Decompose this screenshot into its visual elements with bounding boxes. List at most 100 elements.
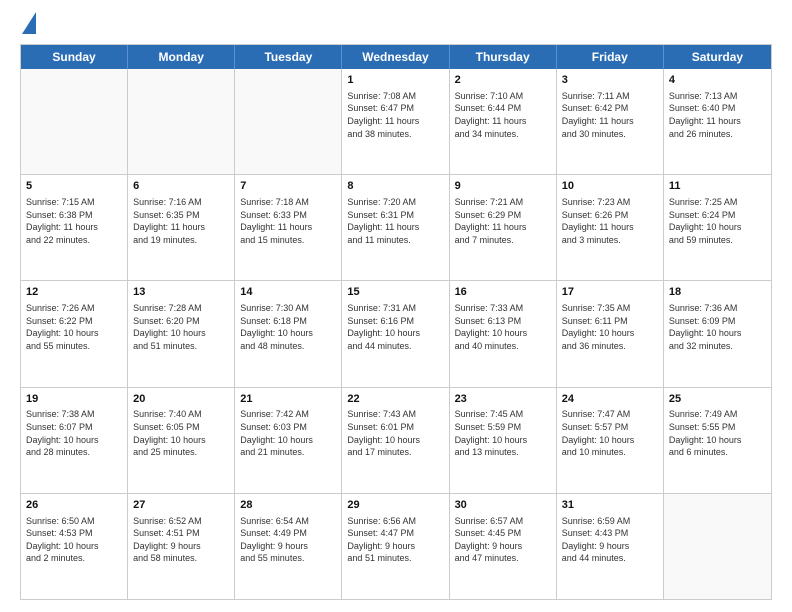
day-info: Sunrise: 7:33 AM Sunset: 6:13 PM Dayligh… (455, 302, 551, 352)
day-number: 29 (347, 498, 443, 513)
logo-triangle-icon (22, 12, 36, 34)
calendar-cell-4-6 (664, 494, 771, 599)
calendar-cell-0-1 (128, 69, 235, 174)
day-number: 20 (133, 392, 229, 407)
calendar-cell-1-4: 9Sunrise: 7:21 AM Sunset: 6:29 PM Daylig… (450, 175, 557, 280)
calendar-cell-1-2: 7Sunrise: 7:18 AM Sunset: 6:33 PM Daylig… (235, 175, 342, 280)
calendar-cell-2-3: 15 Sunrise: 7:31 AM Sunset: 6:16 PM Dayli… (342, 281, 449, 386)
calendar-row-1: 5 Sunrise: 7:15 AM Sunset: 6:38 PM Daylig… (21, 175, 771, 281)
page: SundayMondayTuesdayWednesdayThursdayFrid… (0, 0, 792, 612)
header-day-saturday: Saturday (664, 45, 771, 69)
day-number: 25 (669, 392, 766, 407)
day-number: 19 (26, 392, 122, 407)
calendar-cell-2-2: 14 Sunrise: 7:30 AM Sunset: 6:18 PM Dayli… (235, 281, 342, 386)
calendar-cell-0-2 (235, 69, 342, 174)
header-day-sunday: Sunday (21, 45, 128, 69)
calendar-cell-2-0: 12 Sunrise: 7:26 AM Sunset: 6:22 PM Dayli… (21, 281, 128, 386)
calendar-cell-3-0: 19Sunrise: 7:38 AM Sunset: 6:07 PM Dayli… (21, 388, 128, 493)
calendar-cell-4-4: 30Sunrise: 6:57 AM Sunset: 4:45 PM Dayli… (450, 494, 557, 599)
day-info: Sunrise: 7:28 AM Sunset: 6:20 PM Dayligh… (133, 302, 229, 352)
calendar-cell-2-6: 18Sunrise: 7:36 AM Sunset: 6:09 PM Dayli… (664, 281, 771, 386)
day-number: 15 (347, 285, 443, 300)
day-info: Sunrise: 7:47 AM Sunset: 5:57 PM Dayligh… (562, 408, 658, 458)
day-info: Sunrise: 6:50 AM Sunset: 4:53 PM Dayligh… (26, 515, 122, 565)
day-info: Sunrise: 7:16 AM Sunset: 6:35 PM Dayligh… (133, 196, 229, 246)
logo (20, 16, 36, 34)
day-number: 2 (455, 73, 551, 88)
day-number: 17 (562, 285, 658, 300)
calendar-row-2: 12 Sunrise: 7:26 AM Sunset: 6:22 PM Dayli… (21, 281, 771, 387)
header-day-thursday: Thursday (450, 45, 557, 69)
calendar-cell-2-5: 17Sunrise: 7:35 AM Sunset: 6:11 PM Dayli… (557, 281, 664, 386)
calendar-cell-0-6: 4Sunrise: 7:13 AM Sunset: 6:40 PM Daylig… (664, 69, 771, 174)
day-info: Sunrise: 7:08 AM Sunset: 6:47 PM Dayligh… (347, 90, 443, 140)
day-info: Sunrise: 7:49 AM Sunset: 5:55 PM Dayligh… (669, 408, 766, 458)
day-info: Sunrise: 7:20 AM Sunset: 6:31 PM Dayligh… (347, 196, 443, 246)
day-number: 1 (347, 73, 443, 88)
day-info: Sunrise: 6:54 AM Sunset: 4:49 PM Dayligh… (240, 515, 336, 565)
day-info: Sunrise: 7:30 AM Sunset: 6:18 PM Dayligh… (240, 302, 336, 352)
day-number: 23 (455, 392, 551, 407)
day-info: Sunrise: 7:36 AM Sunset: 6:09 PM Dayligh… (669, 302, 766, 352)
calendar-cell-1-1: 6 Sunrise: 7:16 AM Sunset: 6:35 PM Daylig… (128, 175, 235, 280)
calendar-cell-4-3: 29Sunrise: 6:56 AM Sunset: 4:47 PM Dayli… (342, 494, 449, 599)
calendar-cell-0-3: 1 Sunrise: 7:08 AM Sunset: 6:47 PM Daylig… (342, 69, 449, 174)
calendar-cell-3-5: 24Sunrise: 7:47 AM Sunset: 5:57 PM Dayli… (557, 388, 664, 493)
day-info: Sunrise: 7:25 AM Sunset: 6:24 PM Dayligh… (669, 196, 766, 246)
day-info: Sunrise: 6:59 AM Sunset: 4:43 PM Dayligh… (562, 515, 658, 565)
calendar-row-3: 19Sunrise: 7:38 AM Sunset: 6:07 PM Dayli… (21, 388, 771, 494)
calendar-cell-0-5: 3Sunrise: 7:11 AM Sunset: 6:42 PM Daylig… (557, 69, 664, 174)
day-number: 31 (562, 498, 658, 513)
header-day-monday: Monday (128, 45, 235, 69)
day-number: 12 (26, 285, 122, 300)
day-info: Sunrise: 7:15 AM Sunset: 6:38 PM Dayligh… (26, 196, 122, 246)
day-info: Sunrise: 7:43 AM Sunset: 6:01 PM Dayligh… (347, 408, 443, 458)
day-number: 22 (347, 392, 443, 407)
day-info: Sunrise: 6:52 AM Sunset: 4:51 PM Dayligh… (133, 515, 229, 565)
day-info: Sunrise: 7:23 AM Sunset: 6:26 PM Dayligh… (562, 196, 658, 246)
day-info: Sunrise: 6:57 AM Sunset: 4:45 PM Dayligh… (455, 515, 551, 565)
calendar-cell-1-0: 5 Sunrise: 7:15 AM Sunset: 6:38 PM Daylig… (21, 175, 128, 280)
day-number: 10 (562, 179, 658, 194)
header-day-wednesday: Wednesday (342, 45, 449, 69)
calendar-cell-0-4: 2 Sunrise: 7:10 AM Sunset: 6:44 PM Daylig… (450, 69, 557, 174)
calendar-cell-4-2: 28 Sunrise: 6:54 AM Sunset: 4:49 PM Dayli… (235, 494, 342, 599)
header (20, 16, 772, 34)
calendar-cell-3-4: 23Sunrise: 7:45 AM Sunset: 5:59 PM Dayli… (450, 388, 557, 493)
calendar-cell-0-0 (21, 69, 128, 174)
day-number: 21 (240, 392, 336, 407)
calendar-body: 1 Sunrise: 7:08 AM Sunset: 6:47 PM Daylig… (21, 69, 771, 599)
day-info: Sunrise: 7:40 AM Sunset: 6:05 PM Dayligh… (133, 408, 229, 458)
day-number: 7 (240, 179, 336, 194)
day-info: Sunrise: 7:26 AM Sunset: 6:22 PM Dayligh… (26, 302, 122, 352)
calendar-cell-3-2: 21Sunrise: 7:42 AM Sunset: 6:03 PM Dayli… (235, 388, 342, 493)
day-info: Sunrise: 7:38 AM Sunset: 6:07 PM Dayligh… (26, 408, 122, 458)
day-info: Sunrise: 7:31 AM Sunset: 6:16 PM Dayligh… (347, 302, 443, 352)
day-number: 13 (133, 285, 229, 300)
day-number: 27 (133, 498, 229, 513)
calendar-cell-3-6: 25Sunrise: 7:49 AM Sunset: 5:55 PM Dayli… (664, 388, 771, 493)
calendar-cell-4-0: 26 Sunrise: 6:50 AM Sunset: 4:53 PM Dayli… (21, 494, 128, 599)
calendar-cell-3-1: 20Sunrise: 7:40 AM Sunset: 6:05 PM Dayli… (128, 388, 235, 493)
day-number: 3 (562, 73, 658, 88)
calendar-header: SundayMondayTuesdayWednesdayThursdayFrid… (21, 45, 771, 69)
calendar-cell-4-5: 31 Sunrise: 6:59 AM Sunset: 4:43 PM Dayli… (557, 494, 664, 599)
day-info: Sunrise: 7:10 AM Sunset: 6:44 PM Dayligh… (455, 90, 551, 140)
day-number: 26 (26, 498, 122, 513)
day-number: 16 (455, 285, 551, 300)
day-number: 24 (562, 392, 658, 407)
header-day-tuesday: Tuesday (235, 45, 342, 69)
calendar-cell-3-3: 22Sunrise: 7:43 AM Sunset: 6:01 PM Dayli… (342, 388, 449, 493)
day-number: 11 (669, 179, 766, 194)
calendar: SundayMondayTuesdayWednesdayThursdayFrid… (20, 44, 772, 600)
calendar-row-0: 1 Sunrise: 7:08 AM Sunset: 6:47 PM Daylig… (21, 69, 771, 175)
day-number: 6 (133, 179, 229, 194)
day-info: Sunrise: 7:13 AM Sunset: 6:40 PM Dayligh… (669, 90, 766, 140)
day-number: 14 (240, 285, 336, 300)
day-number: 5 (26, 179, 122, 194)
day-number: 9 (455, 179, 551, 194)
calendar-cell-1-3: 8 Sunrise: 7:20 AM Sunset: 6:31 PM Daylig… (342, 175, 449, 280)
day-info: Sunrise: 7:45 AM Sunset: 5:59 PM Dayligh… (455, 408, 551, 458)
day-number: 8 (347, 179, 443, 194)
day-number: 28 (240, 498, 336, 513)
